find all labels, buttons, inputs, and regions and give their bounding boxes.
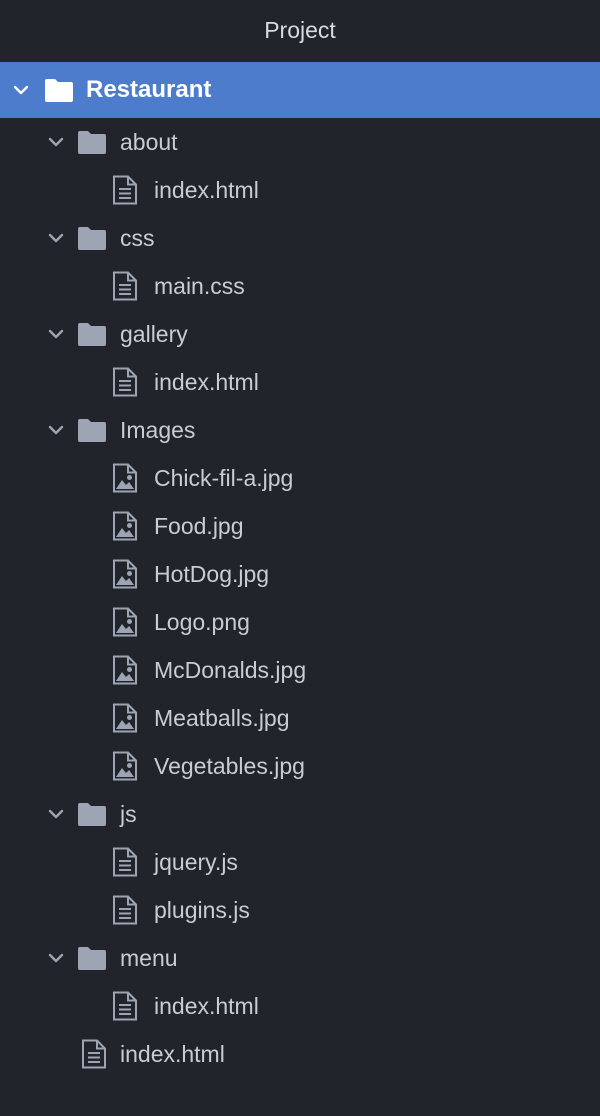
chevron-down-icon[interactable] <box>47 949 65 967</box>
tree-file[interactable]: index.html <box>0 982 600 1030</box>
tree-item-label: Chick-fil-a.jpg <box>154 465 294 491</box>
tree-item-label: Logo.png <box>154 609 250 635</box>
folder-icon <box>45 79 73 102</box>
tree-item-label: main.css <box>154 273 245 299</box>
folder-icon <box>78 803 106 826</box>
chevron-down-icon[interactable] <box>47 421 65 439</box>
tree-item-label: css <box>120 225 155 251</box>
tree-item-label: Meatballs.jpg <box>154 705 290 731</box>
tree-item-label: HotDog.jpg <box>154 561 270 587</box>
tree-file[interactable]: index.html <box>0 358 600 406</box>
file-tree: Restaurant about index.html css main.css gal… <box>0 62 600 1078</box>
tree-file[interactable]: McDonalds.jpg <box>0 646 600 694</box>
tree-folder[interactable]: Images <box>0 406 600 454</box>
file-image-icon <box>113 559 137 589</box>
tree-item-label: Images <box>120 417 196 443</box>
tree-folder[interactable]: about <box>0 118 600 166</box>
folder-icon <box>78 227 106 250</box>
tree-item-label: js <box>120 801 137 827</box>
tree-item-label: Food.jpg <box>154 513 244 539</box>
tree-file[interactable]: Vegetables.jpg <box>0 742 600 790</box>
file-image-icon <box>113 751 137 781</box>
panel-title: Project <box>0 0 600 60</box>
tree-root-restaurant[interactable]: Restaurant <box>0 62 600 118</box>
tree-folder[interactable]: js <box>0 790 600 838</box>
tree-item-label: McDonalds.jpg <box>154 657 307 683</box>
tree-item-label: index.html <box>154 177 259 203</box>
chevron-down-icon[interactable] <box>12 81 30 99</box>
tree-item-label: index.html <box>154 993 259 1019</box>
file-image-icon <box>113 607 137 637</box>
file-text-icon <box>113 991 137 1021</box>
folder-icon <box>78 947 106 970</box>
tree-file[interactable]: plugins.js <box>0 886 600 934</box>
tree-file[interactable]: index.html <box>0 1030 600 1078</box>
folder-icon <box>78 131 106 154</box>
tree-item-label: about <box>120 129 178 155</box>
file-image-icon <box>113 511 137 541</box>
file-text-icon <box>113 367 137 397</box>
tree-file[interactable]: index.html <box>0 166 600 214</box>
chevron-down-icon[interactable] <box>47 325 65 343</box>
tree-item-label: plugins.js <box>154 897 250 923</box>
file-image-icon <box>113 463 137 493</box>
folder-icon <box>78 419 106 442</box>
tree-folder[interactable]: gallery <box>0 310 600 358</box>
tree-file[interactable]: Meatballs.jpg <box>0 694 600 742</box>
file-text-icon <box>113 895 137 925</box>
file-text-icon <box>113 271 137 301</box>
tree-file[interactable]: main.css <box>0 262 600 310</box>
chevron-down-icon[interactable] <box>47 133 65 151</box>
tree-file[interactable]: HotDog.jpg <box>0 550 600 598</box>
tree-file[interactable]: Chick-fil-a.jpg <box>0 454 600 502</box>
tree-item-label: jquery.js <box>154 849 238 875</box>
tree-root-label: Restaurant <box>86 76 212 103</box>
tree-file[interactable]: jquery.js <box>0 838 600 886</box>
chevron-down-icon[interactable] <box>47 805 65 823</box>
tree-item-label: menu <box>120 945 178 971</box>
file-image-icon <box>113 655 137 685</box>
tree-file[interactable]: Food.jpg <box>0 502 600 550</box>
tree-file[interactable]: Logo.png <box>0 598 600 646</box>
file-image-icon <box>113 703 137 733</box>
tree-item-label: Vegetables.jpg <box>154 753 305 779</box>
file-text-icon <box>113 847 137 877</box>
chevron-down-icon[interactable] <box>47 229 65 247</box>
tree-item-label: index.html <box>154 369 259 395</box>
tree-folder[interactable]: menu <box>0 934 600 982</box>
tree-folder[interactable]: css <box>0 214 600 262</box>
file-text-icon <box>82 1039 106 1069</box>
folder-icon <box>78 323 106 346</box>
tree-item-label: gallery <box>120 321 188 347</box>
file-text-icon <box>113 175 137 205</box>
tree-item-label: index.html <box>120 1041 225 1067</box>
